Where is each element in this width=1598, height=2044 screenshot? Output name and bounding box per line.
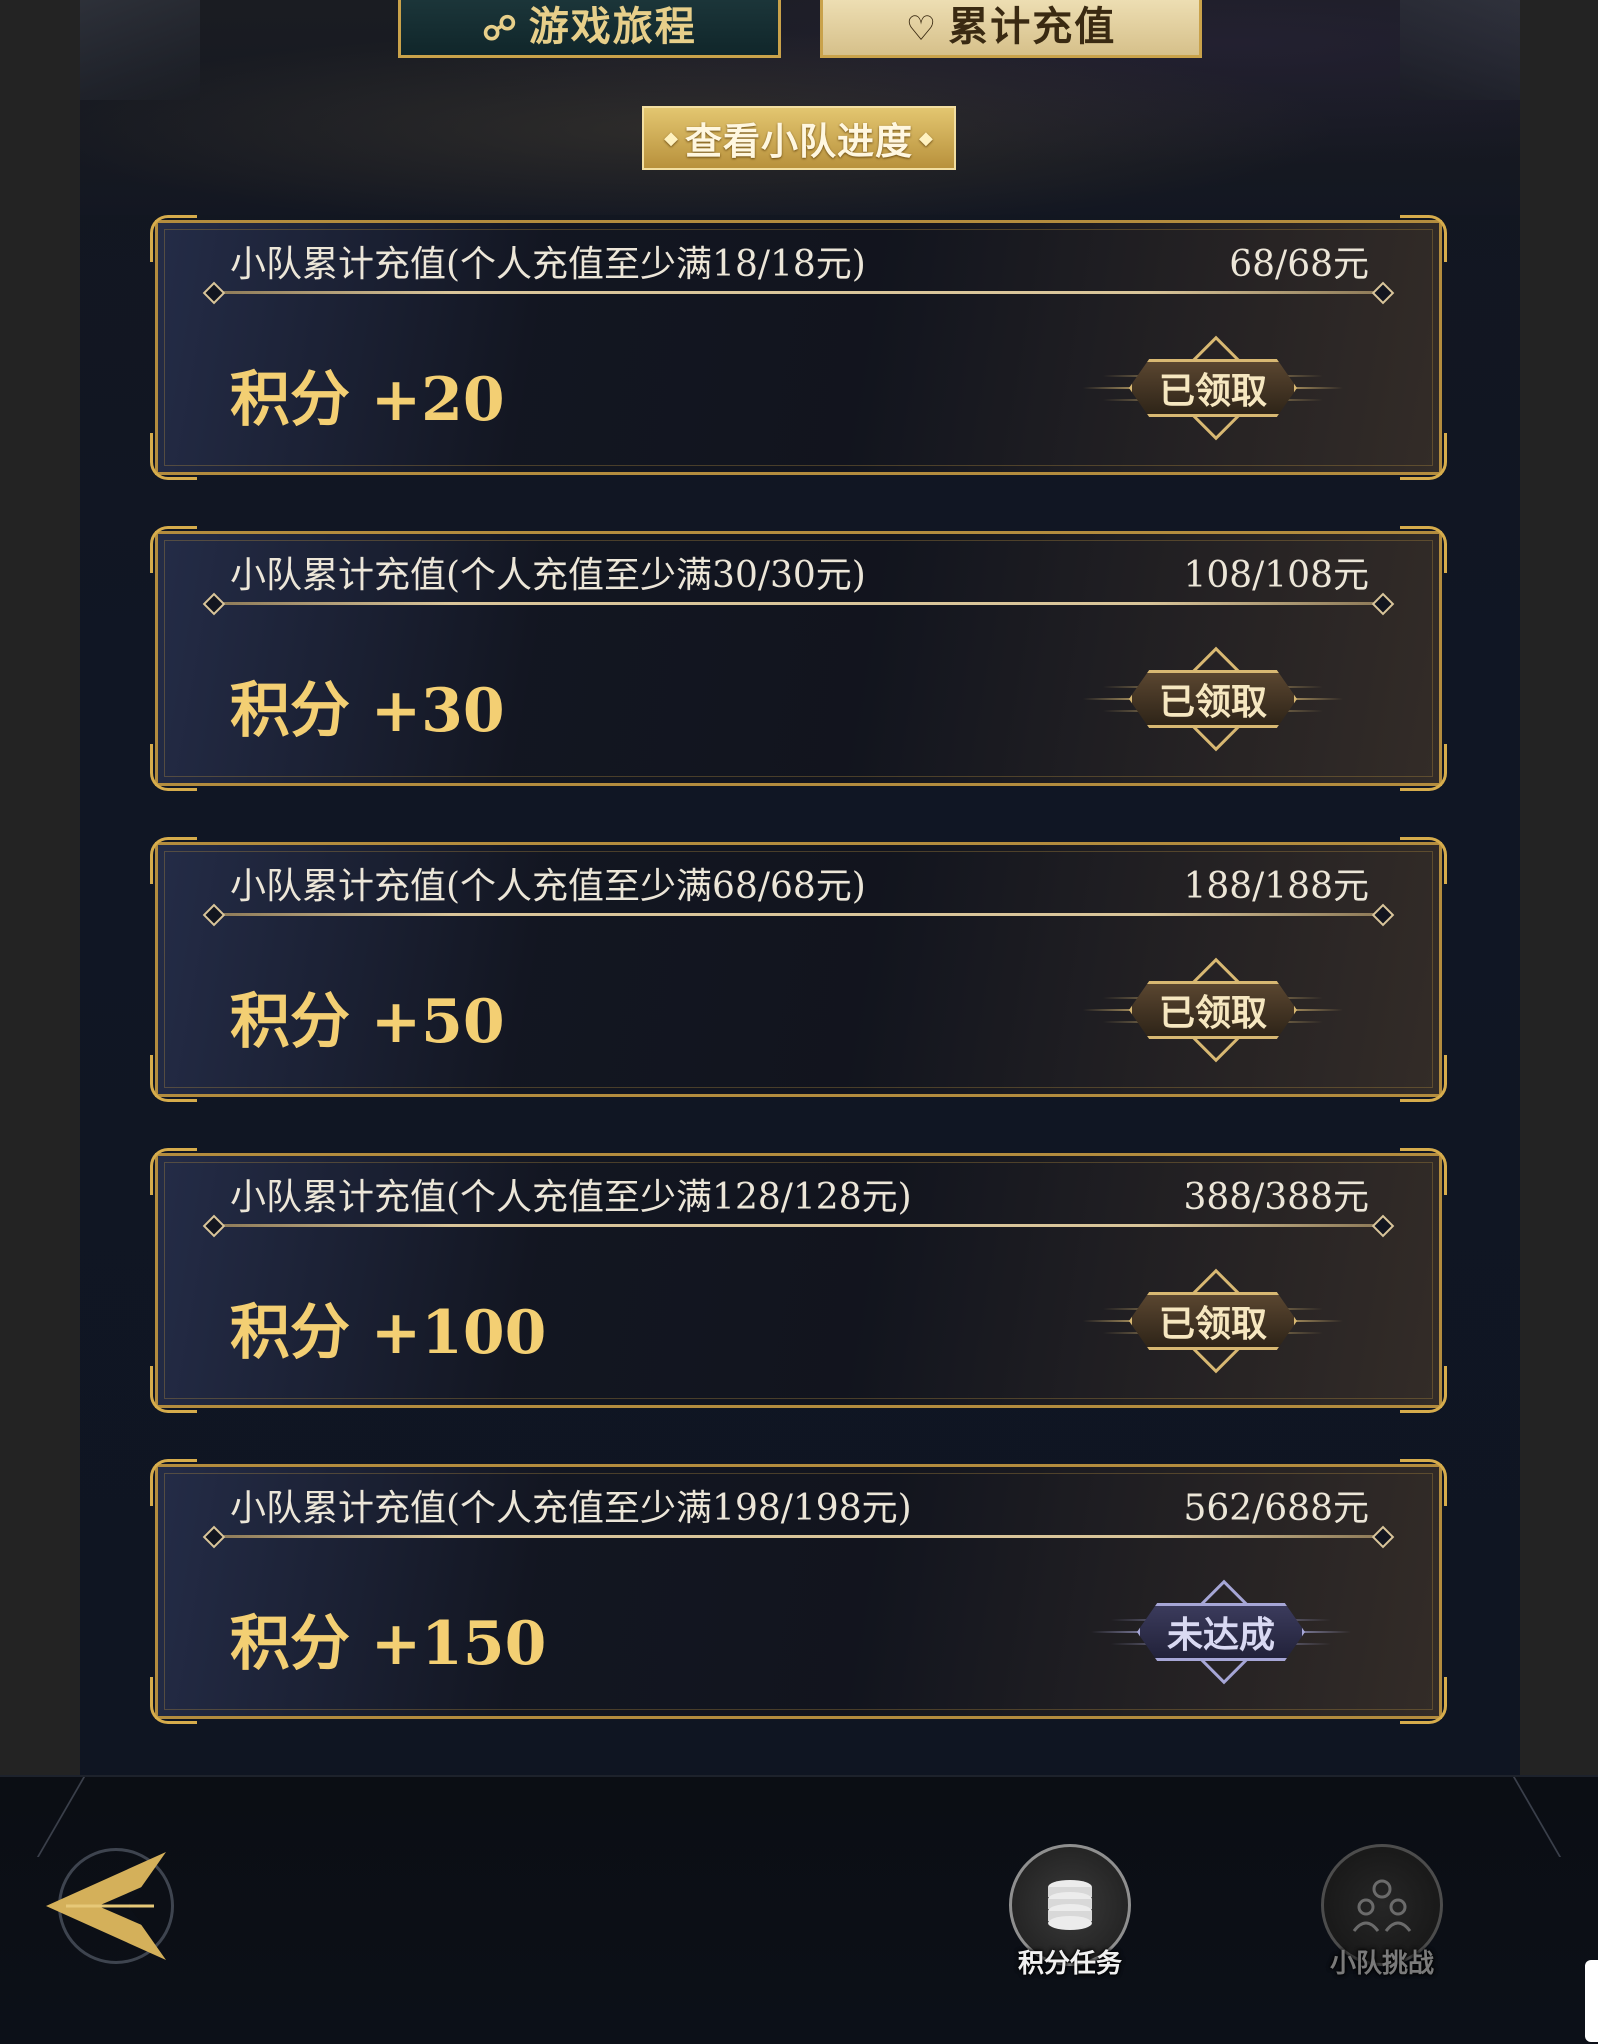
card-reward: 积分 +100 [230, 1298, 547, 1368]
corner-ornament [150, 1459, 197, 1506]
tab-journey-label: 游戏旅程 [528, 3, 697, 50]
tab-journey[interactable]: ☍ 游戏旅程 [398, 0, 781, 58]
coin-stack-svg [1048, 1880, 1092, 1930]
corner-ornament [1400, 1366, 1447, 1413]
corner-ornament [1400, 433, 1447, 480]
reward-card: 小队累计充值(个人充值至少满68/68元) 188/188元 积分 +50 已领… [150, 837, 1447, 1102]
corner-ornament [150, 433, 197, 480]
card-reward: 积分 +150 [230, 1609, 547, 1679]
shield-icon: ☍ [482, 9, 519, 49]
tab-recharge[interactable]: ♡ 累计充值 [820, 0, 1202, 58]
status-badge[interactable]: 已领取 [1083, 329, 1343, 451]
nav-team-challenge[interactable]: 小队挑战 [1312, 1844, 1452, 1979]
reward-card: 小队累计充值(个人充值至少满128/128元) 388/388元 积分 +100… [150, 1148, 1447, 1413]
card-reward: 积分 +50 [230, 987, 505, 1057]
corner-ornament [150, 744, 197, 791]
reward-card: 小队累计充值(个人充值至少满18/18元) 68/68元 积分 +20 已领取 [150, 215, 1447, 480]
card-condition: 小队累计充值(个人充值至少满68/68元) [230, 866, 866, 907]
card-condition: 小队累计充值(个人充值至少满18/18元) [230, 244, 866, 285]
corner-ornament [150, 1148, 197, 1195]
diamond-icon: ◆ [664, 127, 679, 149]
corner-ornament [1400, 744, 1447, 791]
status-badge[interactable]: 已领取 [1083, 640, 1343, 762]
bar-ornament [1512, 1777, 1598, 1857]
back-button[interactable] [36, 1846, 174, 1966]
nav-points-tasks[interactable]: 积分任务 [1000, 1844, 1140, 1979]
view-team-progress-button[interactable]: ◆ 查看小队进度 ◆ [642, 106, 956, 170]
corner-ornament [1400, 215, 1447, 262]
scroll-handle[interactable] [1585, 1960, 1598, 2042]
back-arrow-icon [46, 1852, 166, 1960]
corner-ornament [150, 1366, 197, 1413]
team-svg [1352, 1879, 1412, 1932]
claimed-button[interactable]: 已领取 [1129, 359, 1297, 417]
corner-ornament [150, 215, 197, 262]
tab-recharge-label: 累计充值 [948, 3, 1117, 50]
claimed-button[interactable]: 已领取 [1129, 1292, 1297, 1350]
banner-decoration [1400, 0, 1520, 100]
card-reward: 积分 +20 [230, 365, 505, 435]
card-reward: 积分 +30 [230, 676, 505, 746]
card-divider [216, 602, 1381, 605]
card-progress: 188/188元 [1183, 866, 1369, 907]
diamond-icon: ◆ [919, 127, 934, 149]
card-progress: 68/68元 [1229, 244, 1369, 285]
card-condition: 小队累计充值(个人充值至少满30/30元) [230, 555, 866, 596]
card-divider [216, 291, 1381, 294]
status-badge[interactable]: 已领取 [1083, 1262, 1343, 1384]
corner-ornament [150, 1055, 197, 1102]
status-badge[interactable]: 未达成 [1091, 1573, 1351, 1695]
card-divider [216, 1535, 1381, 1538]
not-achieved-button[interactable]: 未达成 [1137, 1603, 1305, 1661]
claimed-button[interactable]: 已领取 [1129, 981, 1297, 1039]
card-progress: 562/688元 [1183, 1488, 1369, 1529]
nav-points-tasks-label: 积分任务 [1017, 1949, 1122, 1979]
card-progress: 108/108元 [1183, 555, 1369, 596]
corner-ornament [1400, 1148, 1447, 1195]
reward-card: 小队累计充值(个人充值至少满198/198元) 562/688元 积分 +150… [150, 1459, 1447, 1724]
nav-team-challenge-label: 小队挑战 [1329, 1949, 1434, 1979]
corner-ornament [1400, 1459, 1447, 1506]
corner-ornament [1400, 837, 1447, 884]
view-team-progress-label: 查看小队进度 [685, 119, 913, 163]
card-condition: 小队累计充值(个人充值至少满198/198元) [230, 1488, 912, 1529]
corner-ornament [1400, 1055, 1447, 1102]
card-divider [216, 1224, 1381, 1227]
status-badge[interactable]: 已领取 [1083, 951, 1343, 1073]
card-condition: 小队累计充值(个人充值至少满128/128元) [230, 1177, 912, 1218]
heart-plus-icon: ♡ [905, 9, 939, 49]
claimed-button[interactable]: 已领取 [1129, 670, 1297, 728]
corner-ornament [150, 526, 197, 573]
bar-ornament [0, 1777, 86, 1857]
corner-ornament [1400, 526, 1447, 573]
card-progress: 388/388元 [1183, 1177, 1369, 1218]
reward-card: 小队累计充值(个人充值至少满30/30元) 108/108元 积分 +30 已领… [150, 526, 1447, 791]
corner-ornament [1400, 1677, 1447, 1724]
card-divider [216, 913, 1381, 916]
corner-ornament [150, 1677, 197, 1724]
banner-decoration [80, 0, 200, 100]
corner-ornament [150, 837, 197, 884]
